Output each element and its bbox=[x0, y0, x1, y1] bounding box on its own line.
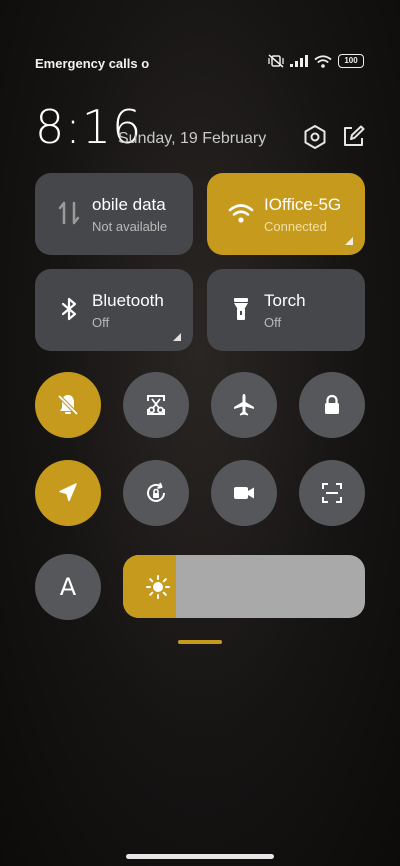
screen-recorder-toggle[interactable] bbox=[211, 460, 277, 526]
edit-icon[interactable] bbox=[340, 124, 366, 150]
expand-corner-icon[interactable] bbox=[345, 237, 353, 245]
auto-brightness-button[interactable]: A bbox=[35, 554, 101, 620]
torch-tile[interactable]: Torch Off bbox=[207, 269, 365, 351]
torch-icon bbox=[234, 298, 248, 320]
wifi-icon bbox=[228, 204, 254, 223]
home-indicator[interactable] bbox=[126, 854, 274, 859]
bluetooth-label: Bluetooth bbox=[92, 291, 164, 310]
date: Sunday, 19 February bbox=[118, 130, 267, 147]
video-camera-icon bbox=[234, 487, 254, 499]
wifi-icon bbox=[314, 54, 332, 68]
mobile-data-tile[interactable]: obile data Not available bbox=[35, 173, 193, 255]
silent-mode-toggle[interactable] bbox=[35, 372, 101, 438]
airplane-icon bbox=[234, 394, 254, 416]
location-toggle[interactable] bbox=[35, 460, 101, 526]
bell-off-icon bbox=[57, 394, 79, 416]
mobile-data-status: Not available bbox=[92, 219, 168, 234]
wifi-network-name: IOffice-5G bbox=[264, 195, 342, 214]
location-arrow-icon bbox=[59, 483, 77, 502]
signal-icon bbox=[290, 55, 308, 67]
settings-icon[interactable] bbox=[302, 124, 328, 150]
panel-drag-handle[interactable] bbox=[178, 640, 222, 644]
bluetooth-tile[interactable]: Bluetooth Off bbox=[35, 269, 193, 351]
rotation-lock-icon bbox=[147, 482, 165, 502]
bluetooth-icon bbox=[61, 297, 77, 321]
auto-brightness-label: A bbox=[59, 573, 77, 601]
torch-label: Torch bbox=[264, 291, 306, 310]
sun-icon bbox=[146, 575, 170, 599]
scan-icon bbox=[322, 483, 342, 503]
scanner-toggle[interactable] bbox=[299, 460, 365, 526]
screenshot-toggle[interactable] bbox=[123, 372, 189, 438]
wifi-tile[interactable]: IOffice-5G Connected bbox=[207, 173, 365, 255]
brightness-slider[interactable] bbox=[123, 555, 365, 618]
battery-icon: 100 bbox=[338, 54, 364, 68]
lock-icon bbox=[325, 394, 339, 414]
lock-screen-toggle[interactable] bbox=[299, 372, 365, 438]
expand-corner-icon[interactable] bbox=[173, 333, 181, 341]
carrier-text: Emergency calls o bbox=[35, 56, 150, 71]
mobile-data-label: obile data bbox=[92, 195, 166, 214]
bluetooth-status: Off bbox=[92, 315, 110, 330]
airplane-mode-toggle[interactable] bbox=[211, 372, 277, 438]
status-icons: 100 bbox=[268, 54, 364, 68]
mute-vibrate-icon bbox=[268, 54, 284, 68]
auto-rotate-toggle[interactable] bbox=[123, 460, 189, 526]
mobile-data-icon bbox=[58, 201, 80, 225]
status-bar: Emergency calls o 100 bbox=[0, 50, 400, 76]
scissors-icon bbox=[147, 395, 165, 415]
wifi-status: Connected bbox=[264, 219, 327, 234]
torch-status: Off bbox=[264, 315, 282, 330]
